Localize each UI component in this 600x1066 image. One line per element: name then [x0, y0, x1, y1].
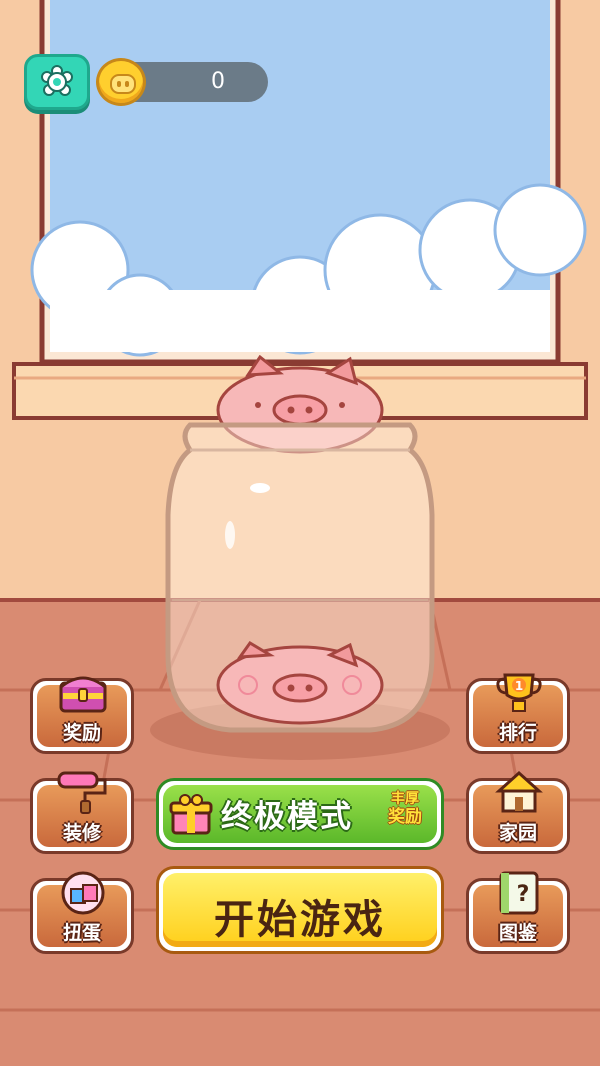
- badge-line2: 奖励: [388, 807, 422, 827]
- trophy-rank: 1: [515, 679, 523, 693]
- start-game-label: 开始游戏: [214, 897, 386, 943]
- rewards-button[interactable]: 奖励: [30, 676, 134, 754]
- generous-reward-badge: 丰厚 奖励: [379, 791, 431, 827]
- coin-count: 0: [211, 69, 225, 94]
- gift-box-icon: [169, 794, 213, 835]
- house-icon: [495, 770, 543, 813]
- ultimate-mode-label: 终极模式: [221, 799, 353, 835]
- book-question-icon: ?: [499, 871, 539, 915]
- gear-icon: [41, 65, 73, 96]
- pig-coin-icon: [96, 58, 146, 106]
- game-scene: 0 奖励 装修 扭蛋 1 排行 家园 ? 图鉴 终极模式 丰厚 奖励 开始游戏: [0, 0, 600, 1066]
- gacha-label: 扭蛋: [62, 922, 101, 944]
- gacha-button[interactable]: 扭蛋: [30, 871, 134, 954]
- glass-jar: [165, 355, 435, 733]
- trophy-icon: 1: [496, 673, 542, 712]
- collection-button[interactable]: ? 图鉴: [466, 871, 570, 954]
- treasure-chest-icon: [59, 676, 107, 713]
- gift-capsule-icon: [61, 871, 105, 915]
- home-label: 家园: [498, 822, 537, 844]
- ranking-button[interactable]: 1 排行: [466, 673, 570, 754]
- ultimate-mode-button[interactable]: 终极模式 丰厚 奖励: [156, 778, 444, 850]
- collection-label: 图鉴: [498, 922, 537, 944]
- start-game-button[interactable]: 开始游戏: [156, 866, 444, 954]
- settings-button[interactable]: [24, 54, 90, 110]
- ranking-label: 排行: [498, 722, 537, 744]
- rewards-label: 奖励: [62, 722, 101, 744]
- decorate-label: 装修: [62, 822, 101, 844]
- question-mark: ?: [517, 882, 530, 907]
- badge-line1: 丰厚: [391, 791, 419, 807]
- paint-roller-icon: [57, 771, 107, 814]
- decorate-button[interactable]: 装修: [30, 771, 134, 854]
- home-button[interactable]: 家园: [466, 770, 570, 854]
